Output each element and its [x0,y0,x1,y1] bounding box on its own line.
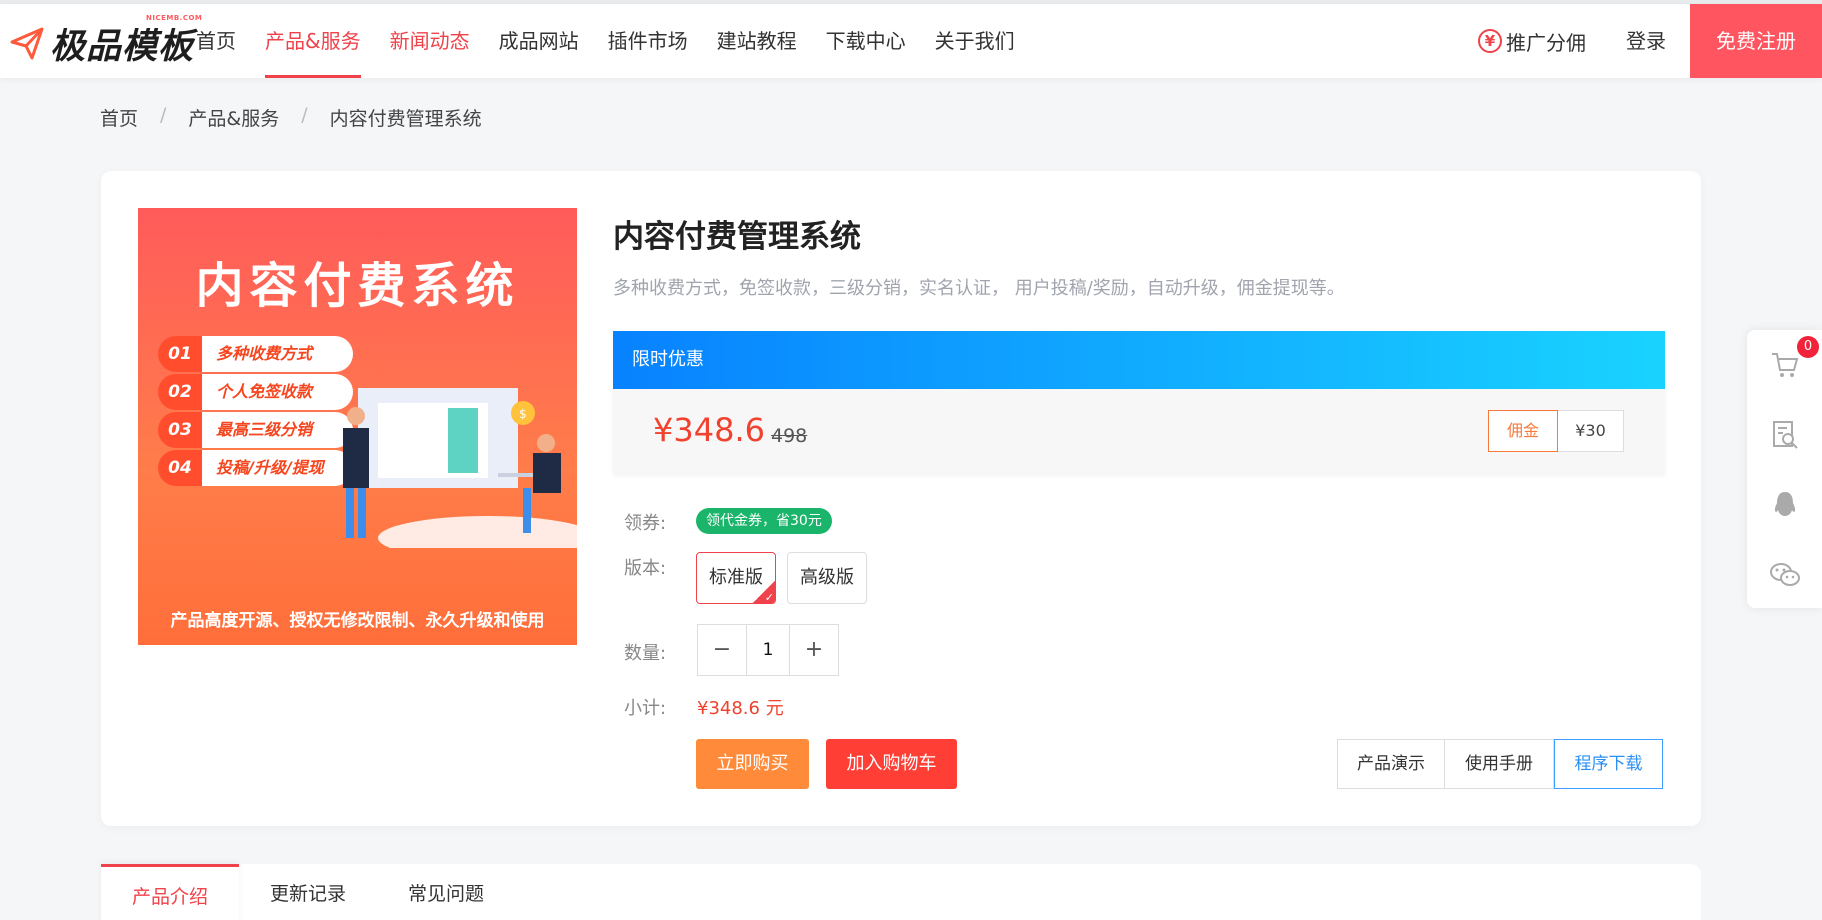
subtotal-label: 小计: [624,698,667,719]
feature-number: 01 [158,336,202,372]
feature-label: 最高三级分销 [202,412,353,448]
product-tabs: 产品介绍 更新记录 常见问题 [101,864,1701,920]
sidebar-cart[interactable]: 0 [1747,330,1822,400]
svg-text:$: $ [519,407,527,421]
banner-feature: 04 投稿/升级/提现 [158,450,353,486]
sidebar-search[interactable] [1747,400,1822,470]
nav-item-sites[interactable]: 成品网站 [499,4,579,78]
floating-sidebar: 0 [1747,330,1822,608]
banner-feature: 03 最高三级分销 [158,412,353,448]
banner-feature: 02 个人免签收款 [158,374,353,410]
commission-value: ¥30 [1558,410,1624,452]
wechat-icon [1769,563,1800,586]
nav-item-plugins[interactable]: 插件市场 [608,4,688,78]
product-title: 内容付费管理系统 [613,219,861,255]
breadcrumb-separator: / [301,104,308,126]
feature-label: 投稿/升级/提现 [202,450,353,486]
version-option-standard[interactable]: 标准版 ✓ [696,552,776,604]
commission-badge: 佣金 ¥30 [1488,410,1624,452]
site-header: 极品模板 NICEMB.COM 首页 产品&服务 新闻动态 成品网站 插件市场 建… [0,4,1822,78]
feature-label: 个人免签收款 [202,374,353,410]
main-nav: 首页 产品&服务 新闻动态 成品网站 插件市场 建站教程 下载中心 关于我们 [196,4,1044,78]
version-option-label: 高级版 [800,567,854,588]
sidebar-qq[interactable] [1747,470,1822,540]
limited-offer-bar: 限时优惠 [613,331,1665,389]
nav-item-about[interactable]: 关于我们 [935,4,1015,78]
breadcrumb-separator: / [160,104,167,126]
yen-icon: ¥ [1478,29,1502,53]
product-card: 内容付费系统 01 多种收费方式 02 个人免签收款 03 最高三级分销 04 … [101,171,1701,826]
cart-count-badge: 0 [1797,336,1819,358]
version-label: 版本: [624,558,667,579]
nav-item-news[interactable]: 新闻动态 [390,4,470,78]
banner-title: 内容付费系统 [195,258,520,314]
quantity-stepper: − 1 + [697,624,839,676]
add-to-cart-button[interactable]: 加入购物车 [826,739,957,789]
quantity-decrease-button[interactable]: − [698,625,747,675]
quantity-input[interactable]: 1 [747,625,790,675]
selected-check-icon: ✓ [752,580,775,603]
logo-text: 极品模板 NICEMB.COM [50,13,203,67]
nav-item-downloads[interactable]: 下载中心 [826,4,906,78]
commission-label: 佣金 [1488,410,1558,452]
nav-item-tutorials[interactable]: 建站教程 [717,4,797,78]
buy-now-button[interactable]: 立即购买 [696,739,809,789]
product-links: 产品演示 使用手册 程序下载 [1337,739,1663,789]
cart-icon [1771,353,1798,377]
feature-number: 02 [158,374,202,410]
affiliate-label: 推广分佣 [1506,30,1586,55]
quantity-label: 数量: [624,643,667,664]
price-box: ¥348.6 498 佣金 ¥30 [613,389,1665,474]
manual-link[interactable]: 使用手册 [1445,739,1554,789]
demo-link[interactable]: 产品演示 [1337,739,1445,789]
search-doc-icon [1772,421,1798,449]
breadcrumb: 首页 / 产品&服务 / 内容付费管理系统 [100,104,482,131]
office-illustration: $ [343,388,577,548]
version-option-advanced[interactable]: 高级版 [787,552,867,604]
affiliate-link[interactable]: ¥ 推广分佣 [1478,4,1586,78]
original-price: 498 [771,425,808,447]
quantity-increase-button[interactable]: + [790,625,838,675]
tab-faq[interactable]: 常见问题 [377,864,515,920]
logo-subtext: NICEMB.COM [146,13,203,22]
breadcrumb-home[interactable]: 首页 [100,104,138,131]
subtotal-value: ¥348.6 元 [697,698,784,719]
product-description: 多种收费方式，免签收款，三级分销，实名认证， 用户投稿/奖励，自动升级，佣金提现… [613,278,1345,299]
nav-item-home[interactable]: 首页 [196,4,236,78]
feature-label: 多种收费方式 [202,336,353,372]
site-logo[interactable]: 极品模板 NICEMB.COM [10,14,202,67]
coupon-label: 领券: [624,513,667,534]
register-button[interactable]: 免费注册 [1690,4,1822,78]
banner-footer-text: 产品高度开源、授权无修改限制、永久升级和使用 [170,611,545,631]
nav-item-products[interactable]: 产品&服务 [265,4,361,78]
feature-number: 03 [158,412,202,448]
paper-plane-icon [10,27,44,60]
qq-icon [1774,492,1795,516]
coupon-badge[interactable]: 领代金券，省30元 [696,508,832,534]
tab-changelog[interactable]: 更新记录 [239,864,377,920]
login-link[interactable]: 登录 [1626,4,1666,78]
download-link[interactable]: 程序下载 [1554,739,1663,789]
sidebar-wechat[interactable] [1747,540,1822,610]
breadcrumb-current: 内容付费管理系统 [329,108,482,130]
breadcrumb-products[interactable]: 产品&服务 [188,104,279,131]
banner-feature: 01 多种收费方式 [158,336,353,372]
tab-intro[interactable]: 产品介绍 [101,864,239,920]
current-price: ¥348.6 [653,411,765,449]
feature-number: 04 [158,450,202,486]
product-banner-image: 内容付费系统 01 多种收费方式 02 个人免签收款 03 最高三级分销 04 … [138,208,577,645]
